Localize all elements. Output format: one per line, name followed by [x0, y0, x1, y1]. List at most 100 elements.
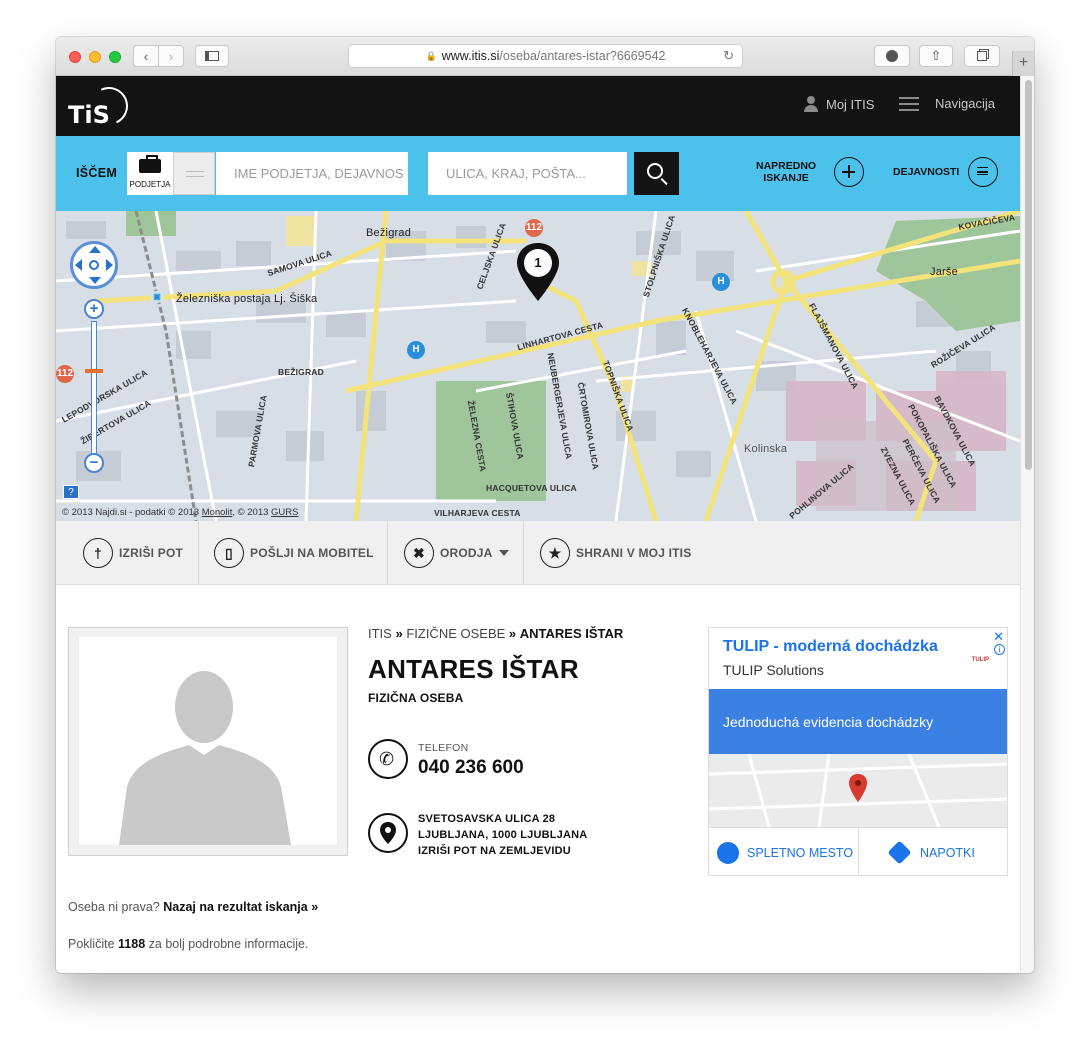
profile-photo — [68, 627, 348, 856]
site-header: TiS Moj ITIS Navigacija — [56, 76, 1020, 136]
zoom-slider-handle[interactable] — [85, 369, 103, 373]
breadcrumb-category[interactable]: FIZIČNE OSEBE — [406, 626, 505, 641]
marker-number: 1 — [534, 255, 542, 270]
pan-left-icon[interactable] — [75, 259, 82, 271]
minimize-window-button[interactable] — [89, 51, 101, 63]
phone-number[interactable]: 040 236 600 — [418, 757, 524, 779]
phone-label: TELEFON — [418, 742, 469, 754]
send-to-mobile-button[interactable]: ▯ POŠLJI NA MOBITEL — [199, 521, 388, 585]
ad-website-button[interactable]: SPLETNO MESTO — [709, 828, 859, 875]
back-to-results-link[interactable]: Nazaj na rezultat iskanja » — [163, 900, 318, 914]
map-poi-112[interactable]: 112 — [525, 219, 543, 237]
moj-itis-link[interactable]: Moj ITIS — [804, 96, 874, 112]
route-button[interactable]: † IZRIŠI POT — [56, 521, 199, 585]
tools-label: ORODJA — [440, 546, 493, 560]
browser-window: ‹ › 🔒 www.itis.si/oseba/antares-istar?66… — [56, 37, 1034, 973]
zoom-out-button[interactable]: − — [84, 453, 104, 473]
map-poi-112[interactable]: 112 — [56, 365, 74, 383]
action-toolbar: † IZRIŠI POT ▯ POŠLJI NA MOBITEL ✖ ORODJ… — [56, 521, 1020, 585]
tabs-button[interactable] — [964, 45, 1000, 67]
search-button[interactable] — [634, 152, 679, 195]
downloads-button[interactable] — [874, 45, 910, 67]
pan-right-icon[interactable] — [106, 259, 113, 271]
address-street: SVETOSAVSKA ULICA 28 — [418, 813, 556, 825]
download-icon — [886, 50, 898, 62]
ad-banner[interactable]: Jednoduchá evidencia dochádzky — [709, 689, 1007, 754]
activities-label: DEJAVNOSTI — [893, 166, 960, 178]
map-zoom-control: + − — [84, 299, 104, 479]
map-label: BEŽIGRAD — [278, 367, 324, 377]
search-type-toggle[interactable] — [173, 152, 215, 195]
ad-website-label: SPLETNO MESTO — [747, 845, 854, 860]
advanced-search-label-1: NAPREDNO — [756, 160, 817, 172]
save-label: SHRANI V MOJ ITIS — [576, 546, 692, 560]
plus-circle-icon[interactable] — [834, 157, 864, 187]
advanced-search-link[interactable]: NAPREDNO ISKANJE — [756, 160, 816, 184]
hospital-icon[interactable]: H — [407, 341, 425, 359]
ad-buttons: SPLETNO MESTO NAPOTKI — [709, 827, 1007, 875]
search-type-label: PODJETJA — [129, 180, 171, 189]
mobile-phone-icon: ▯ — [214, 538, 244, 568]
tools-dropdown[interactable]: ✖ ORODJA — [388, 521, 524, 585]
zoom-window-button[interactable] — [109, 51, 121, 63]
gurs-link[interactable]: GURS — [271, 507, 298, 518]
search-type-companies[interactable]: PODJETJA — [127, 152, 173, 195]
new-tab-button[interactable]: + — [1012, 51, 1034, 76]
sidebar-button[interactable] — [195, 45, 229, 67]
globe-icon — [717, 841, 739, 864]
ad-close-icon[interactable]: ✕ — [993, 629, 1004, 645]
url-host: www.itis.si — [441, 49, 500, 63]
navigation-menu-link[interactable]: Navigacija — [899, 96, 995, 111]
map-help-icon[interactable]: ? — [63, 485, 79, 499]
close-window-button[interactable] — [69, 51, 81, 63]
address-bar[interactable]: 🔒 www.itis.si/oseba/antares-istar?666954… — [348, 44, 743, 68]
map-label: VILHARJEVA CESTA — [434, 508, 521, 518]
call-suffix: za bolj podrobne informacije. — [148, 937, 309, 951]
breadcrumb-separator: » — [508, 626, 517, 641]
share-button[interactable]: ⇧ — [919, 45, 953, 67]
company-search-input[interactable] — [216, 152, 408, 195]
advertisement[interactable]: TULIP - moderná dochádzka TULIP Solution… — [708, 627, 1008, 876]
person-type: FIZIČNA OSEBA — [368, 691, 464, 705]
monolit-link[interactable]: Monolit — [202, 507, 233, 518]
train-icon: ▣ — [151, 291, 163, 303]
call-number: 1188 — [118, 937, 146, 951]
pan-center-icon — [89, 260, 99, 270]
map-pan-control[interactable] — [70, 241, 118, 289]
pan-down-icon[interactable] — [89, 277, 101, 284]
wrong-person-text: Oseba ni prava? — [68, 900, 160, 914]
ad-info-icon[interactable]: i — [994, 644, 1005, 655]
back-button[interactable]: ‹ — [133, 45, 159, 67]
pan-up-icon[interactable] — [89, 246, 101, 253]
breadcrumb-current: ANTARES IŠTAR — [519, 626, 624, 641]
menu-circle-icon[interactable] — [968, 157, 998, 187]
map[interactable]: Bežigrad Železniška postaja Lj. Šiška SA… — [56, 211, 1020, 521]
zoom-in-button[interactable]: + — [84, 299, 104, 319]
map-label: Železniška postaja Lj. Šiška — [176, 293, 318, 305]
copyright-prefix: © 2013 Najdi.si - podatki © 2013 — [62, 507, 202, 518]
ad-title[interactable]: TULIP - moderná dochádzka — [723, 638, 938, 656]
zoom-track[interactable] — [91, 321, 97, 457]
ad-map-canvas — [709, 754, 1007, 827]
hospital-icon[interactable]: H — [712, 273, 730, 291]
person-name: ANTARES IŠTAR — [368, 654, 579, 684]
location-search-input[interactable] — [428, 152, 627, 195]
call-info-note: Pokličite 1188 za bolj podrobne informac… — [68, 937, 308, 951]
itis-logo[interactable]: TiS — [66, 81, 134, 131]
chevron-right-icon: › — [168, 48, 174, 64]
breadcrumb-root[interactable]: ITIS — [368, 626, 392, 641]
ad-map[interactable] — [709, 754, 1007, 827]
location-marker[interactable]: 1 — [515, 241, 561, 303]
reload-icon[interactable]: ↻ — [723, 48, 734, 64]
activities-link[interactable]: DEJAVNOSTI — [893, 166, 959, 178]
tools-icon: ✖ — [404, 538, 434, 568]
search-icon — [647, 163, 663, 179]
address-city: LJUBLJANA, 1000 LJUBLJANA — [418, 829, 588, 841]
route-on-map-link[interactable]: IZRIŠI POT NA ZEMLJEVIDU — [418, 843, 587, 859]
forward-button[interactable]: › — [158, 45, 184, 67]
scrollbar-thumb[interactable] — [1025, 80, 1032, 470]
toggle-lines-icon — [186, 171, 204, 177]
save-to-my-itis-button[interactable]: ★ SHRANI V MOJ ITIS — [524, 521, 714, 585]
page-scrollbar[interactable] — [1020, 76, 1034, 973]
ad-directions-button[interactable]: NAPOTKI — [859, 828, 1007, 875]
